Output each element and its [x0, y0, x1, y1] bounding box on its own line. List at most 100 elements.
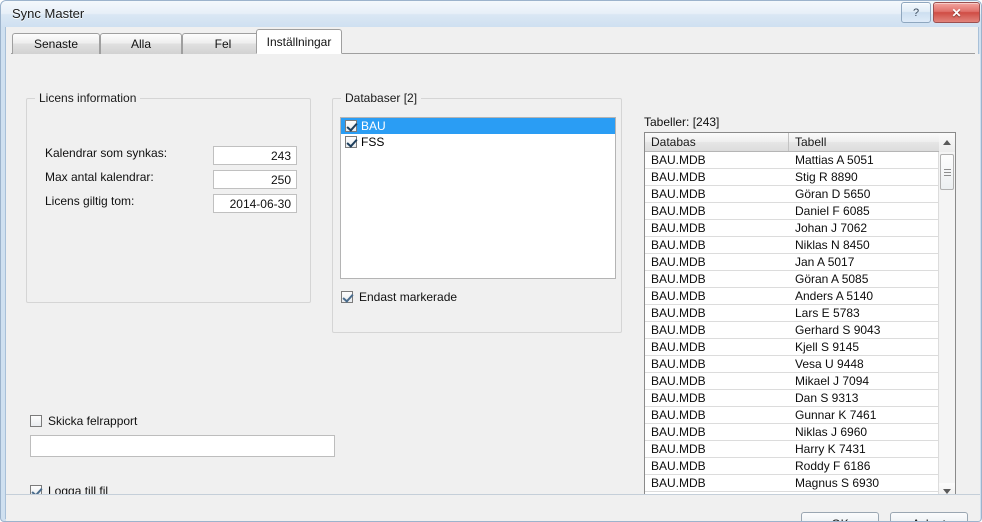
- table-row[interactable]: BAU.MDB Daniel F 6085: [645, 203, 940, 220]
- input-max-antal-kalendrar[interactable]: [213, 170, 297, 189]
- cell-tabell: Anders A 5140: [795, 289, 874, 303]
- cell-databas: BAU.MDB: [651, 408, 706, 422]
- ok-button[interactable]: OK: [801, 512, 879, 521]
- cell-tabell: Daniel F 6085: [795, 204, 870, 218]
- cell-databas: BAU.MDB: [651, 323, 706, 337]
- cell-databas: BAU.MDB: [651, 238, 706, 252]
- checkbox-icon[interactable]: [341, 291, 353, 303]
- cell-databas: BAU.MDB: [651, 357, 706, 371]
- databases-group: Databaser [2] BAU FSS Endast markerade: [332, 91, 622, 333]
- cell-databas: BAU.MDB: [651, 255, 706, 269]
- table-row[interactable]: BAU.MDB Dan S 9313: [645, 390, 940, 407]
- tables-caption: Tabeller: [243]: [644, 115, 720, 129]
- table-row[interactable]: BAU.MDB Gunnar K 7461: [645, 407, 940, 424]
- cell-databas: BAU.MDB: [651, 306, 706, 320]
- error-report-input[interactable]: [30, 435, 335, 457]
- input-licens-giltig-tom[interactable]: [213, 194, 297, 213]
- cell-databas: BAU.MDB: [651, 204, 706, 218]
- cell-databas: BAU.MDB: [651, 170, 706, 184]
- cell-tabell: Stig R 8890: [795, 170, 858, 184]
- cell-databas: BAU.MDB: [651, 425, 706, 439]
- table-row[interactable]: BAU.MDB Jan A 5017: [645, 254, 940, 271]
- cell-databas: BAU.MDB: [651, 153, 706, 167]
- input-kalendrar-som-synkas[interactable]: [213, 146, 297, 165]
- window-title: Sync Master: [12, 6, 85, 21]
- cancel-button[interactable]: Avbryt: [890, 512, 968, 521]
- checkbox-label: Endast markerade: [359, 290, 458, 304]
- checkbox-icon[interactable]: [345, 120, 357, 132]
- grip-icon: [943, 167, 951, 178]
- tab-installningar[interactable]: Inställningar: [256, 29, 342, 54]
- cell-tabell: Jan A 5017: [795, 255, 855, 269]
- tab-alla[interactable]: Alla: [100, 33, 182, 54]
- tables-grid: Databas Tabell BAU.MDB Mattias A 5051 BAU.…: [644, 132, 956, 500]
- tab-senaste[interactable]: Senaste: [12, 33, 100, 54]
- table-row[interactable]: BAU.MDB Lars E 5783: [645, 305, 940, 322]
- cell-databas: BAU.MDB: [651, 374, 706, 388]
- close-button[interactable]: ✕: [933, 2, 980, 23]
- client-area: Senaste Alla Fel Inställningar Licens in…: [5, 27, 980, 521]
- scrollbar-thumb[interactable]: [940, 154, 954, 190]
- grid-body: BAU.MDB Mattias A 5051 BAU.MDB Stig R 8890 B…: [645, 152, 940, 499]
- cell-tabell: Vesa U 9448: [795, 357, 864, 371]
- list-item[interactable]: BAU: [341, 118, 615, 134]
- cell-tabell: Johan J 7062: [795, 221, 868, 235]
- cell-databas: BAU.MDB: [651, 459, 706, 473]
- table-row[interactable]: BAU.MDB Johan J 7062: [645, 220, 940, 237]
- cell-databas: BAU.MDB: [651, 221, 706, 235]
- window-controls: ? ✕: [901, 2, 980, 23]
- cell-tabell: Lars E 5783: [795, 306, 860, 320]
- table-row[interactable]: BAU.MDB Niklas J 6960: [645, 424, 940, 441]
- license-group-title: Licens information: [35, 91, 141, 105]
- table-row[interactable]: BAU.MDB Göran D 5650: [645, 186, 940, 203]
- application-window: Sync Master ? ✕ Senaste Alla Fel Inställ…: [0, 0, 982, 522]
- table-row[interactable]: BAU.MDB Harry K 7431: [645, 441, 940, 458]
- cell-databas: BAU.MDB: [651, 442, 706, 456]
- table-row[interactable]: BAU.MDB Niklas N 8450: [645, 237, 940, 254]
- cell-tabell: Kjell S 9145: [795, 340, 860, 354]
- cell-tabell: Mikael J 7094: [795, 374, 870, 388]
- databases-list[interactable]: BAU FSS: [340, 117, 616, 279]
- cell-tabell: Mattias A 5051: [795, 153, 874, 167]
- cell-tabell: Gunnar K 7461: [795, 408, 877, 422]
- dialog-footer: OK Avbryt: [6, 494, 980, 521]
- tab-fel[interactable]: Fel: [182, 33, 264, 54]
- label-max-antal-kalendrar: Max antal kalendrar:: [45, 170, 154, 184]
- checkbox-icon[interactable]: [30, 415, 42, 427]
- table-row[interactable]: BAU.MDB Roddy F 6186: [645, 458, 940, 475]
- column-header-tabell[interactable]: Tabell: [789, 133, 940, 151]
- table-row[interactable]: BAU.MDB Mattias A 5051: [645, 152, 940, 169]
- table-row[interactable]: BAU.MDB Vesa U 9448: [645, 356, 940, 373]
- cell-tabell: Niklas J 6960: [795, 425, 868, 439]
- list-item-label: BAU: [361, 119, 386, 133]
- cell-tabell: Magnus S 6930: [795, 476, 880, 490]
- list-item[interactable]: FSS: [341, 134, 615, 150]
- table-row[interactable]: BAU.MDB Kjell S 9145: [645, 339, 940, 356]
- cell-tabell: Niklas N 8450: [795, 238, 870, 252]
- cell-tabell: Göran D 5650: [795, 187, 871, 201]
- tab-strip: Senaste Alla Fel Inställningar: [6, 27, 980, 54]
- help-button[interactable]: ?: [901, 2, 931, 23]
- cell-tabell: Dan S 9313: [795, 391, 859, 405]
- cell-tabell: Harry K 7431: [795, 442, 866, 456]
- cell-databas: BAU.MDB: [651, 187, 706, 201]
- table-row[interactable]: BAU.MDB Gerhard S 9043: [645, 322, 940, 339]
- scroll-up-icon[interactable]: [939, 133, 955, 152]
- title-bar: Sync Master ? ✕: [1, 1, 981, 27]
- cell-databas: BAU.MDB: [651, 476, 706, 490]
- table-row[interactable]: BAU.MDB Stig R 8890: [645, 169, 940, 186]
- checkbox-skicka-felrapport[interactable]: Skicka felrapport: [30, 414, 137, 428]
- table-row[interactable]: BAU.MDB Mikael J 7094: [645, 373, 940, 390]
- checkbox-endast-markerade[interactable]: Endast markerade: [341, 290, 457, 304]
- license-information-group: Licens information Kalendrar som synkas:…: [26, 91, 311, 303]
- databases-group-title: Databaser [2]: [341, 91, 422, 105]
- cell-tabell: Roddy F 6186: [795, 459, 871, 473]
- table-row[interactable]: BAU.MDB Anders A 5140: [645, 288, 940, 305]
- checkbox-icon[interactable]: [345, 136, 357, 148]
- table-row[interactable]: BAU.MDB Göran A 5085: [645, 271, 940, 288]
- label-licens-giltig-tom: Licens giltig tom:: [45, 194, 135, 208]
- list-item-label: FSS: [361, 135, 385, 149]
- vertical-scrollbar[interactable]: [938, 133, 955, 499]
- column-header-databas[interactable]: Databas: [645, 133, 789, 151]
- table-row[interactable]: BAU.MDB Magnus S 6930: [645, 475, 940, 492]
